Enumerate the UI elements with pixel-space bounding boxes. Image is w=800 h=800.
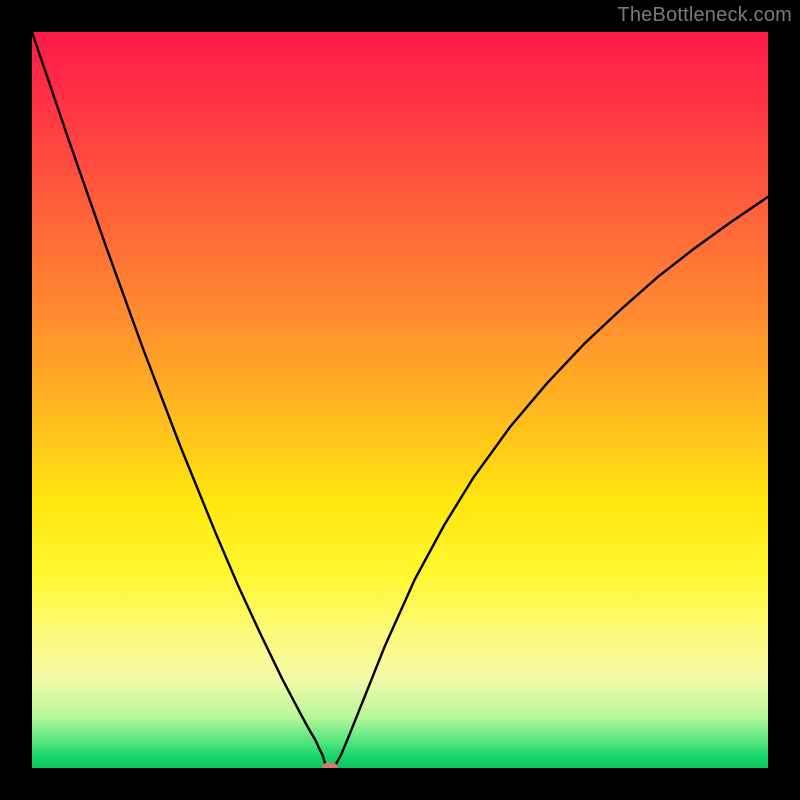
bottleneck-curve (32, 32, 768, 768)
plot-area (32, 32, 768, 768)
optimum-marker (322, 763, 338, 769)
watermark-text: TheBottleneck.com (617, 4, 792, 27)
chart-stage: TheBottleneck.com (0, 0, 800, 800)
